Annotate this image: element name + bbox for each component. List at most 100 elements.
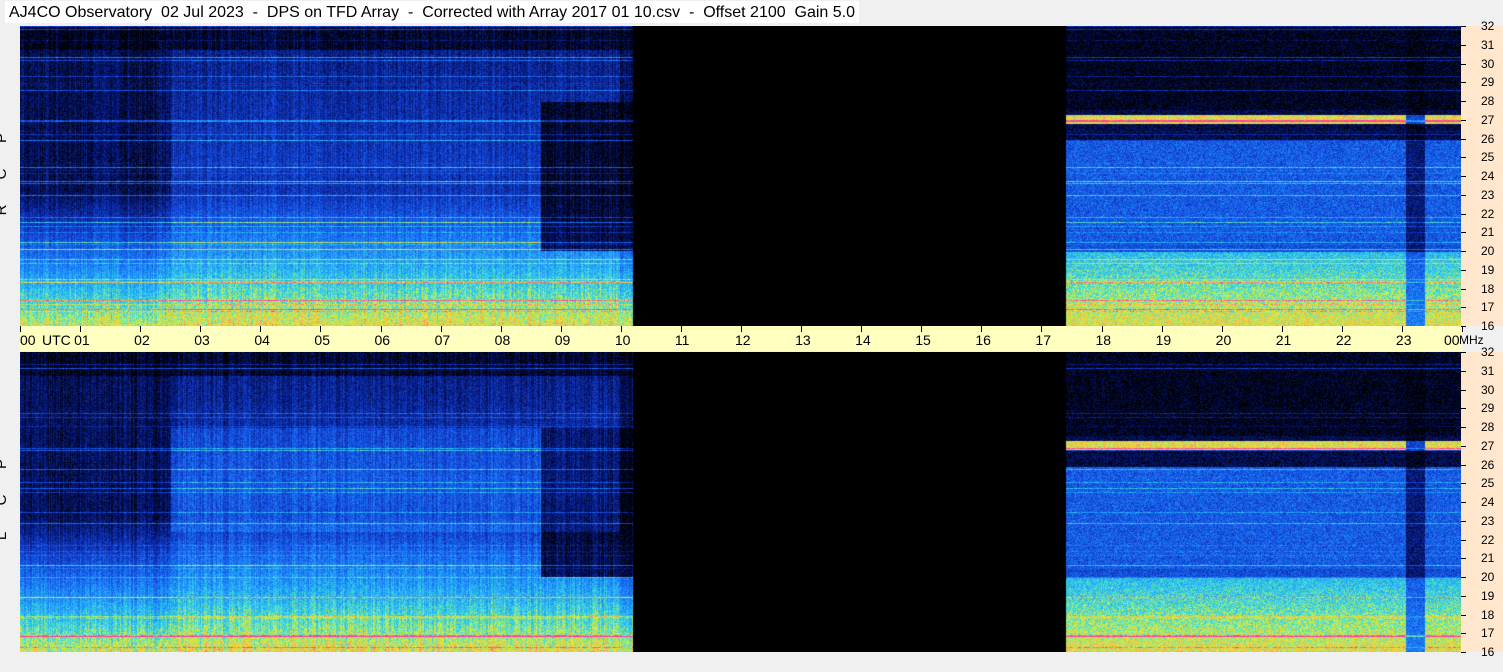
mhz-tick — [1461, 539, 1466, 541]
lcp-spectrogram — [20, 352, 1462, 652]
utc-unit-label: UTC — [42, 332, 71, 348]
utc-tick-label: 13 — [795, 332, 811, 348]
utc-tick-label: 19 — [1155, 332, 1172, 348]
utc-tick-label: 02 — [134, 332, 150, 348]
utc-tick-label: 22 — [1335, 332, 1352, 348]
utc-time-axis: 00 01 02 03 04 05 06 07 08 09 10 11 12 13 14 15 16 17 18 19… — [20, 326, 1484, 351]
mhz-tick-label: 18 — [1481, 281, 1495, 296]
mhz-tick-label: 21 — [1481, 551, 1495, 566]
utc-tick-label: 14 — [855, 332, 871, 348]
mhz-tick — [1461, 520, 1466, 522]
mhz-tick — [1461, 483, 1466, 485]
mhz-tick — [1461, 288, 1466, 290]
lcp-label: P C L — [0, 446, 20, 554]
mhz-tick-label: 32 — [1481, 19, 1495, 33]
mhz-tick-label: 28 — [1481, 420, 1495, 434]
mhz-tick-label: 32 — [1481, 345, 1495, 359]
mhz-tick-label: 17 — [1481, 300, 1495, 315]
mhz-tick-label: 16 — [1481, 319, 1495, 333]
mhz-tick — [1461, 251, 1466, 252]
mhz-tick-label: 23 — [1481, 513, 1495, 528]
utc-tick-label: 18 — [1095, 332, 1112, 348]
mhz-tick — [1461, 138, 1466, 140]
utc-tick-label: 04 — [254, 332, 270, 348]
mhz-tick-label: 28 — [1481, 94, 1495, 108]
utc-tick-label: 03 — [194, 332, 210, 348]
utc-tick-label: 07 — [434, 332, 451, 348]
chart-title: AJ4CO Observatory 02 Jul 2023 - DPS on T… — [5, 1, 860, 23]
mhz-tick — [1461, 502, 1466, 503]
mhz-tick-label: 31 — [1481, 37, 1495, 52]
mhz-tick — [1461, 232, 1466, 234]
mhz-tick — [1461, 194, 1466, 196]
mhz-tick-label: 17 — [1481, 626, 1495, 641]
mhz-tick-label: 29 — [1481, 401, 1495, 416]
mhz-tick — [1461, 633, 1466, 635]
mhz-tick-label: 27 — [1481, 112, 1495, 127]
utc-tick-label: 00 — [1444, 332, 1460, 348]
mhz-tick — [1461, 326, 1466, 327]
mhz-tick-label: 24 — [1481, 495, 1495, 509]
mhz-tick-label: 26 — [1481, 457, 1495, 472]
utc-tick-label: 15 — [915, 332, 931, 348]
mhz-tick-label: 18 — [1481, 607, 1495, 622]
mhz-tick — [1461, 269, 1466, 271]
mhz-tick-label: 26 — [1481, 131, 1495, 146]
mhz-tick-label: 24 — [1481, 169, 1495, 183]
utc-tick-label: 23 — [1395, 332, 1412, 348]
mhz-tick — [1461, 595, 1466, 597]
mhz-tick — [1461, 558, 1466, 560]
mhz-tick — [1461, 464, 1466, 466]
mhz-tick — [1461, 445, 1466, 447]
mhz-tick-label: 19 — [1481, 588, 1495, 603]
mhz-tick-label: 27 — [1481, 438, 1495, 453]
rcp-frequency-axis: 16 17 18 19 20 21 22 23 24 25 26 27 28 29 30 31 32 — [1461, 20, 1503, 332]
utc-tick-label: 00 — [20, 332, 36, 348]
mhz-tick — [1461, 157, 1466, 159]
mhz-tick — [1461, 577, 1466, 578]
rcp-spectrogram — [20, 26, 1462, 326]
mhz-tick-label: 25 — [1481, 476, 1495, 491]
mhz-tick-label: 29 — [1481, 75, 1495, 90]
utc-tick-label: 17 — [1035, 332, 1051, 348]
mhz-tick — [1461, 307, 1466, 309]
mhz-tick — [1461, 101, 1466, 102]
mhz-tick-label: 23 — [1481, 187, 1495, 202]
mhz-tick-label: 21 — [1481, 225, 1495, 240]
mhz-tick — [1461, 82, 1466, 84]
lcp-frequency-axis: 16 17 18 19 20 21 22 23 24 25 26 27 28 29 30 31 32 — [1461, 346, 1503, 658]
utc-tick-label: 01 — [74, 332, 90, 348]
mhz-tick — [1461, 408, 1466, 410]
mhz-tick — [1461, 370, 1466, 372]
utc-tick-label: 21 — [1275, 332, 1292, 348]
utc-tick-label: 12 — [735, 332, 751, 348]
mhz-tick-label: 16 — [1481, 645, 1495, 659]
mhz-tick-label: 20 — [1481, 244, 1495, 258]
mhz-tick-label: 30 — [1481, 56, 1495, 71]
utc-tick-label: 05 — [314, 332, 330, 348]
utc-tick-label: 09 — [554, 332, 571, 348]
mhz-tick-label: 22 — [1481, 532, 1495, 547]
mhz-tick-label: 25 — [1481, 150, 1495, 165]
mhz-tick — [1461, 63, 1466, 65]
mhz-tick-label: 20 — [1481, 570, 1495, 584]
utc-tick-label: 08 — [494, 332, 511, 348]
mhz-tick — [1461, 389, 1466, 391]
utc-tick-label: 11 — [674, 332, 690, 348]
mhz-tick — [1461, 652, 1466, 653]
mhz-tick — [1461, 119, 1466, 121]
mhz-tick — [1461, 427, 1466, 428]
utc-tick-label: 10 — [614, 332, 631, 348]
mhz-tick-label: 31 — [1481, 363, 1495, 378]
mhz-tick — [1461, 614, 1466, 616]
rcp-label: P C R — [0, 120, 20, 228]
mhz-unit-label: MHz — [1459, 333, 1484, 347]
mhz-tick — [1461, 213, 1466, 215]
mhz-tick-label: 22 — [1481, 206, 1495, 221]
mhz-tick — [1461, 176, 1466, 177]
mhz-tick — [1461, 352, 1466, 353]
utc-tick-label: 20 — [1215, 332, 1232, 348]
utc-tick-label: 06 — [374, 332, 391, 348]
mhz-tick — [1461, 26, 1466, 27]
utc-tick-label: 16 — [975, 332, 991, 348]
